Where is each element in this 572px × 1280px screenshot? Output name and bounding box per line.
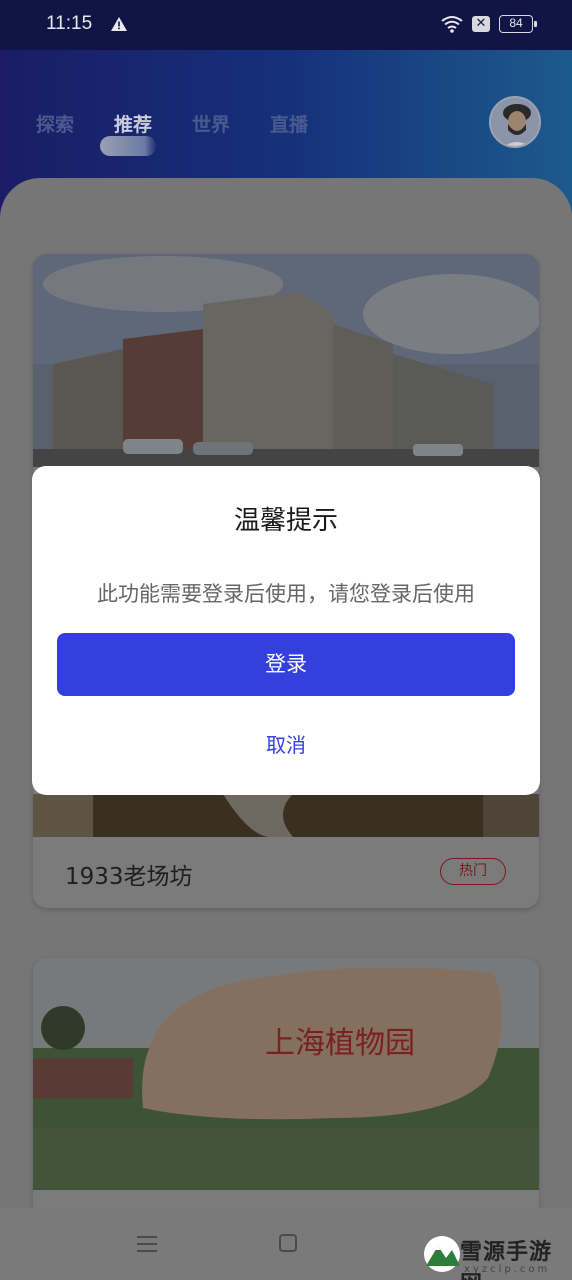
hot-badge: 热门 [440, 858, 506, 885]
tab-live[interactable]: 直播 [270, 110, 308, 137]
card-photo: 上海植物园 [33, 958, 539, 1190]
watermark: 雪源手游网 xyzclp.com [420, 1230, 572, 1280]
warning-icon [111, 17, 127, 31]
watermark-logo-icon [424, 1236, 460, 1272]
tab-indicator [100, 136, 156, 156]
avatar[interactable] [489, 96, 541, 148]
battery-icon: 84 [499, 15, 537, 33]
tab-world[interactable]: 世界 [192, 110, 230, 137]
tab-recommend[interactable]: 推荐 [114, 110, 152, 137]
card-title: 1933老场坊 [65, 864, 193, 890]
battery-level: 84 [509, 16, 523, 30]
attraction-card[interactable]: 上海植物园 [33, 958, 539, 1218]
login-prompt-dialog: 温馨提示 此功能需要登录后使用，请您登录后使用 登录 取消 [32, 466, 540, 795]
home-icon[interactable] [279, 1234, 297, 1252]
rock-inscription: 上海植物园 [265, 1026, 415, 1061]
tab-bar: 探索 推荐 世界 直播 [36, 110, 308, 137]
status-time: 11:15 [46, 13, 93, 34]
wifi-icon [441, 16, 463, 33]
login-button[interactable]: 登录 [57, 633, 515, 696]
card-photo [33, 254, 539, 467]
close-box-icon: ✕ [472, 16, 490, 32]
dialog-title: 温馨提示 [233, 506, 338, 536]
dialog-message: 此功能需要登录后使用，请您登录后使用 [97, 582, 475, 606]
status-bar: 11:15 ✕ 84 [0, 0, 572, 50]
tab-explore[interactable]: 探索 [36, 110, 74, 137]
card-photo-bottom [33, 794, 539, 837]
cancel-button[interactable]: 取消 [236, 728, 336, 762]
menu-icon[interactable] [137, 1234, 157, 1254]
watermark-subtext: xyzclp.com [464, 1264, 551, 1275]
